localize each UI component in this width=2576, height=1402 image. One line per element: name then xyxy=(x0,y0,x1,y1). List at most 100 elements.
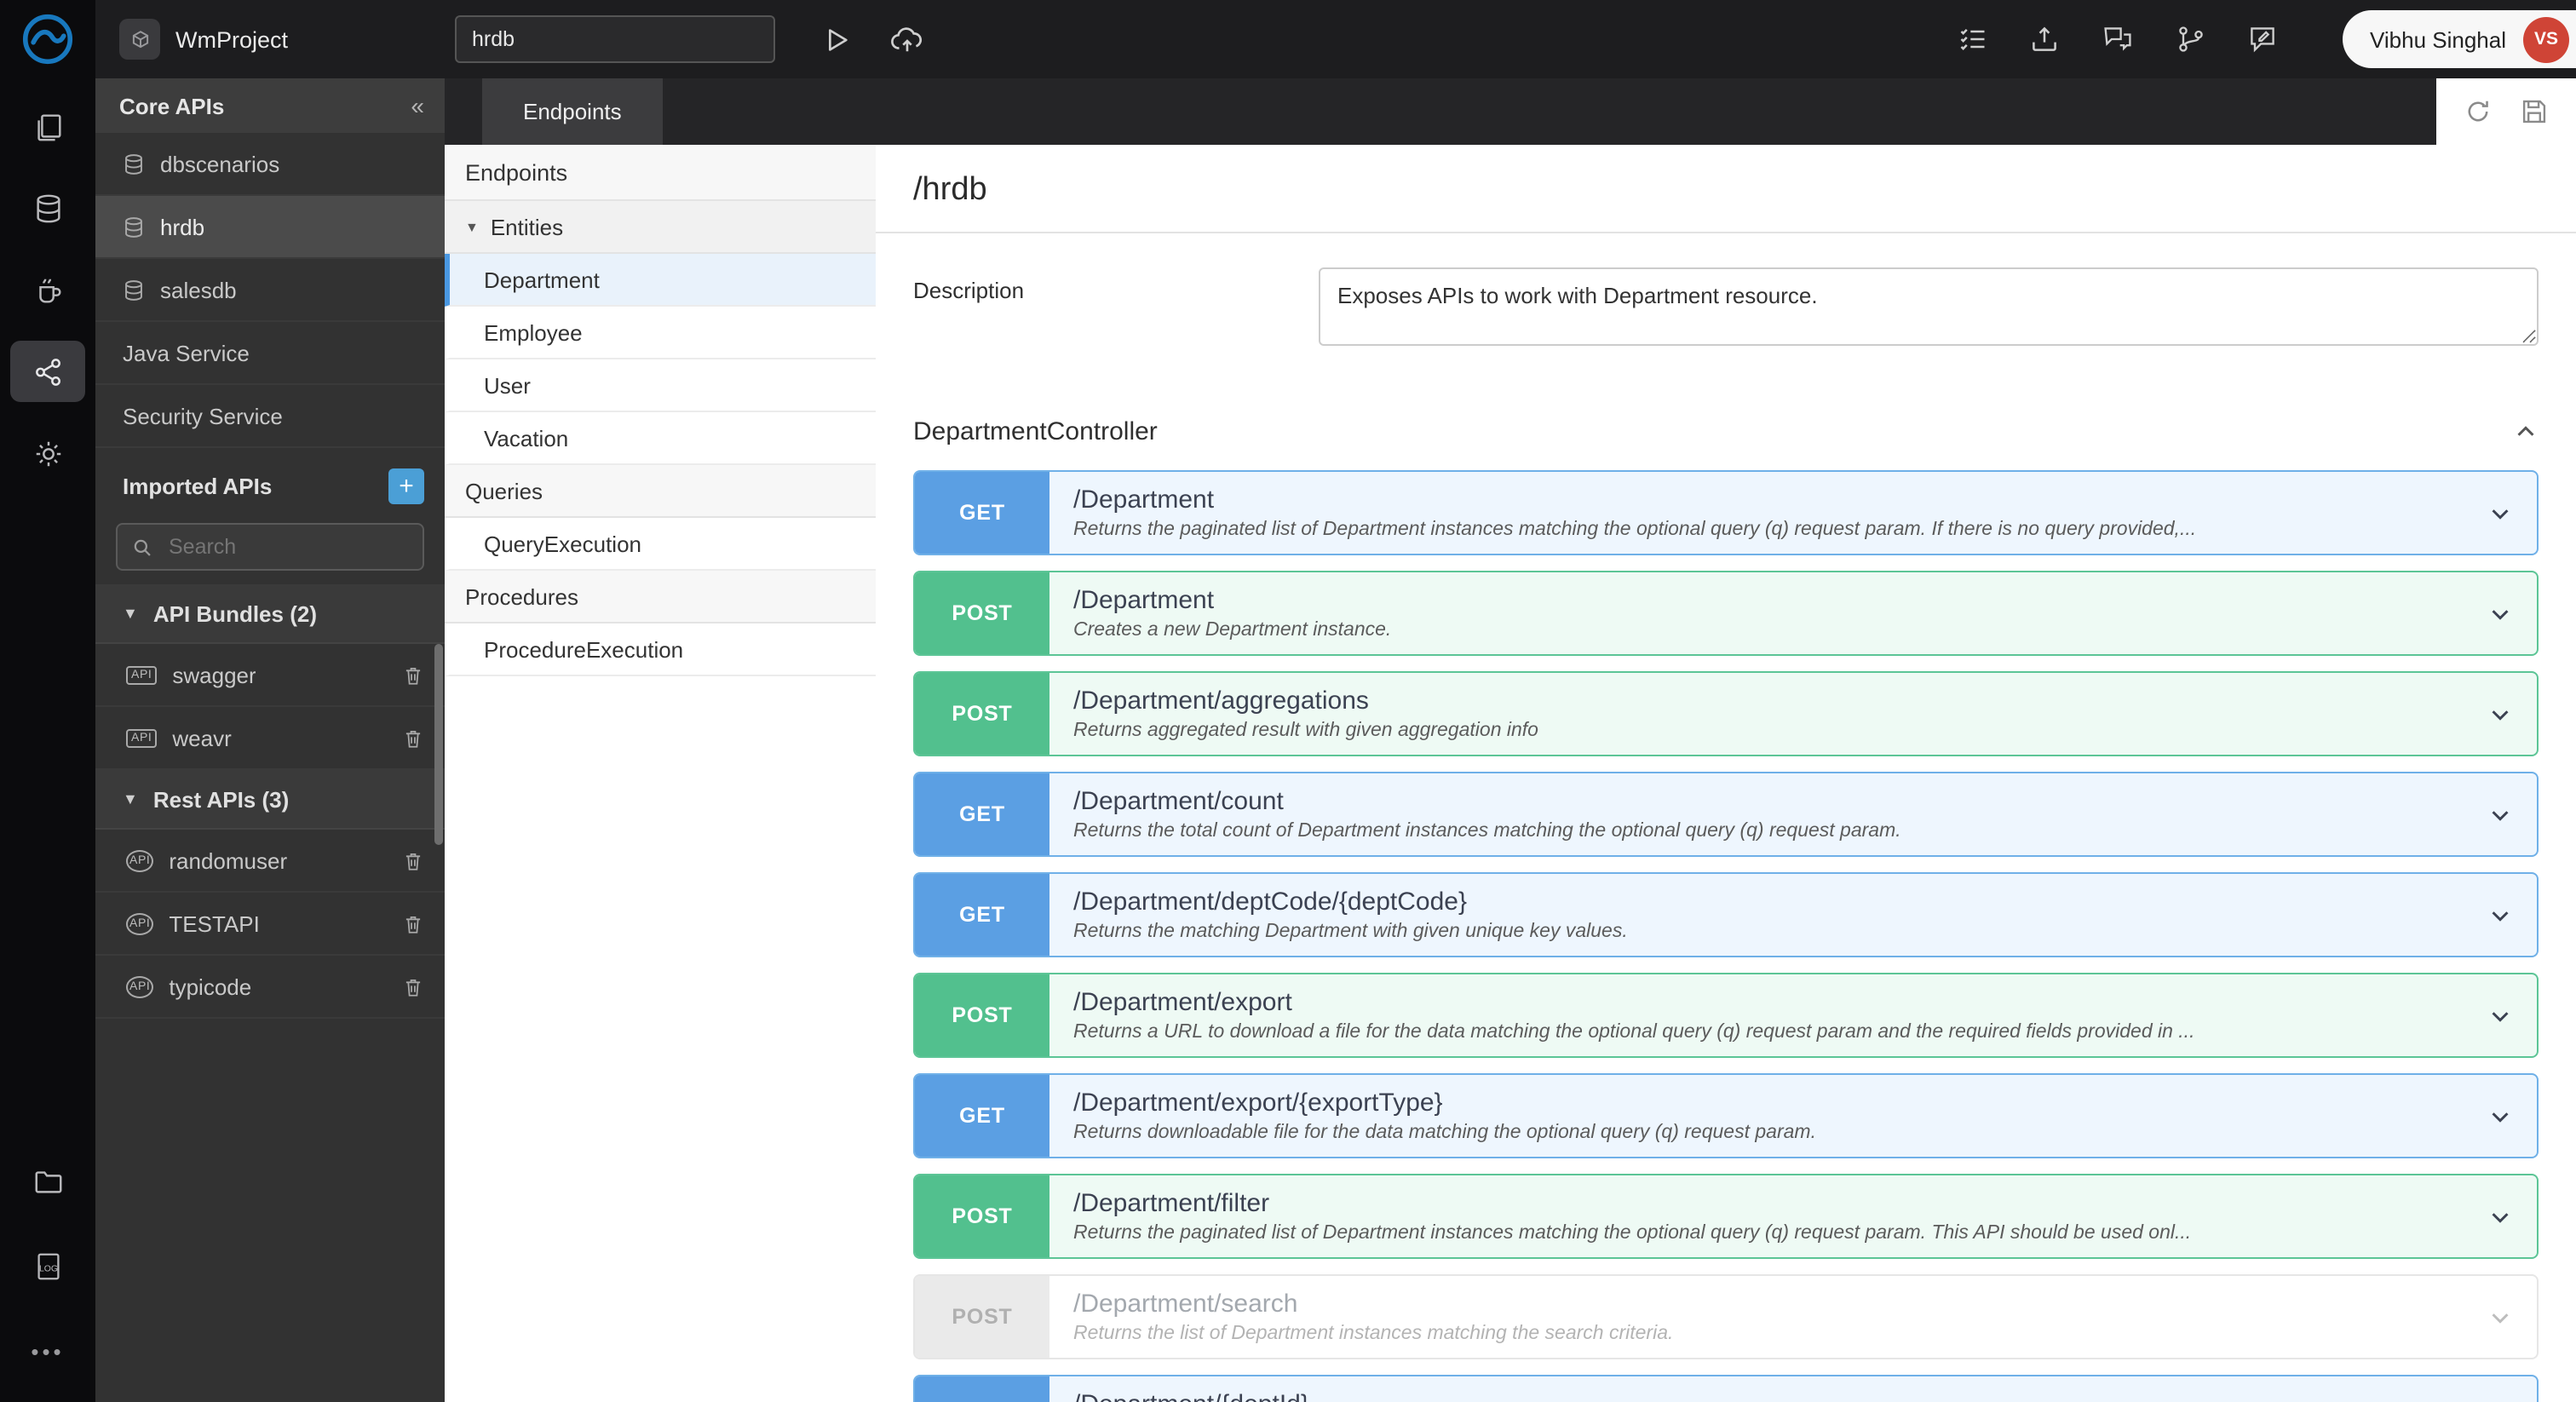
sidebar-item-weavr[interactable]: API weavr xyxy=(95,707,445,770)
endpoint-card[interactable]: GET/Department/export/{exportType} Return… xyxy=(913,1073,2539,1158)
chat-icon[interactable] xyxy=(2101,24,2135,55)
apis-icon[interactable] xyxy=(10,341,85,402)
git-branch-icon[interactable] xyxy=(2176,24,2206,55)
endpoint-description: Returns the total count of Department in… xyxy=(1073,821,1901,842)
endpoint-card[interactable]: POST/Department/export Returns a URL to d… xyxy=(913,973,2539,1058)
imported-apis-header: Imported APIs + xyxy=(95,458,445,513)
endpoint-card[interactable]: POST/Department Creates a new Department … xyxy=(913,571,2539,656)
user-menu[interactable]: Vibhu Singhal VS xyxy=(2343,10,2576,68)
app-logo-icon[interactable] xyxy=(0,0,95,78)
sidebar-item-security-service[interactable]: Security Service xyxy=(95,385,445,448)
markup-list-icon[interactable] xyxy=(1958,24,1988,55)
sidebar-item-hrdb[interactable]: hrdb xyxy=(95,196,445,259)
sidebar-item-salesdb[interactable]: salesdb xyxy=(95,259,445,322)
endpoint-body: /Department/count Returns the total count… xyxy=(1049,773,2464,855)
delete-icon[interactable] xyxy=(402,664,424,686)
chevron-down-icon[interactable] xyxy=(2464,1175,2537,1257)
controller-row: DepartmentController xyxy=(876,417,2576,446)
sidebar-search[interactable] xyxy=(116,523,424,571)
endpoint-card[interactable]: GET/Department/count Returns the total co… xyxy=(913,772,2539,857)
endpoint-body: /Department Creates a new Department inst… xyxy=(1049,572,2464,654)
project-icon xyxy=(119,19,160,60)
user-name: Vibhu Singhal xyxy=(2370,26,2506,52)
page-title: /hrdb xyxy=(913,172,987,208)
logs-icon[interactable]: LOG xyxy=(10,1235,85,1296)
delete-icon[interactable] xyxy=(402,849,424,871)
endpoint-card[interactable]: GET/Department Returns the paginated list… xyxy=(913,470,2539,555)
add-imported-api-button[interactable]: + xyxy=(388,468,424,503)
chevron-up-icon[interactable] xyxy=(2513,419,2539,445)
run-play-button[interactable] xyxy=(819,23,852,55)
chevron-down-icon[interactable] xyxy=(2464,572,2537,654)
sidebar-item-java-service[interactable]: Java Service xyxy=(95,322,445,385)
chevron-down-icon[interactable] xyxy=(2464,1276,2537,1358)
database-icon[interactable] xyxy=(10,177,85,238)
save-button[interactable] xyxy=(2520,97,2549,126)
endpoint-path: /Department xyxy=(1073,486,1215,514)
core-apis-sidebar: Core APIs « dbscenarios hrdb salesdb Java S… xyxy=(95,78,445,1402)
tab-endpoints[interactable]: Endpoints xyxy=(482,78,663,145)
endpoint-body: /Department/export Returns a URL to downl… xyxy=(1049,974,2464,1056)
chevron-down-icon[interactable] xyxy=(2464,974,2537,1056)
chevron-down-icon[interactable] xyxy=(2464,874,2537,956)
tree-section-queries[interactable]: Queries xyxy=(445,465,876,518)
sidebar-item-dbscenarios[interactable]: dbscenarios xyxy=(95,133,445,196)
chevron-down-icon[interactable] xyxy=(2464,1376,2537,1402)
tree-item-queryexecution[interactable]: QueryExecution xyxy=(445,518,876,571)
endpoint-body: /Department/filter Returns the paginated … xyxy=(1049,1175,2464,1257)
endpoint-card[interactable]: POST/Department/search Returns the list o… xyxy=(913,1274,2539,1359)
tree-section-entities[interactable]: ▼ Entities xyxy=(445,201,876,254)
group-header-api-bundles-2-[interactable]: ▼ API Bundles (2) xyxy=(95,584,445,644)
cloud-deploy-button[interactable] xyxy=(889,23,925,55)
tab-label: Endpoints xyxy=(523,99,622,124)
delete-icon[interactable] xyxy=(402,975,424,997)
rail-icon-group xyxy=(10,95,85,484)
more-icon[interactable]: ••• xyxy=(10,1320,85,1382)
project-name: WmProject xyxy=(175,26,289,52)
tree-item-procedureexecution[interactable]: ProcedureExecution xyxy=(445,623,876,676)
app-root: LOG ••• WmProject hrdb Vibhu Singhal VS … xyxy=(0,0,2576,1402)
group-header-rest-apis-3-[interactable]: ▼ Rest APIs (3) xyxy=(95,770,445,830)
endpoint-card[interactable]: GET/Department/{deptId}Returns the Depar… xyxy=(913,1375,2539,1402)
sidebar-scrollbar[interactable] xyxy=(434,644,443,845)
chevron-down-icon[interactable] xyxy=(2464,472,2537,554)
rail-bottom-group: LOG ••• xyxy=(10,1150,85,1402)
description-input[interactable]: Exposes APIs to work with Department res… xyxy=(1319,267,2539,346)
topbar-search-input[interactable] xyxy=(455,15,776,63)
endpoint-description: Returns the paginated list of Department… xyxy=(1073,520,2197,540)
imported-apis-title: Imported APIs xyxy=(123,473,273,498)
tree-item-employee[interactable]: Employee xyxy=(445,307,876,359)
folder-icon[interactable] xyxy=(10,1150,85,1211)
sidebar-item-typicode[interactable]: API typicode xyxy=(95,956,445,1019)
top-bar: WmProject hrdb Vibhu Singhal VS xyxy=(95,0,2576,78)
sidebar-item-testapi[interactable]: API TESTAPI xyxy=(95,893,445,956)
endpoint-path: /Department/search xyxy=(1073,1290,1298,1319)
endpoint-card[interactable]: GET/Department/deptCode/{deptCode} Return… xyxy=(913,872,2539,957)
java-service-icon[interactable] xyxy=(10,259,85,320)
sidebar-item-swagger[interactable]: API swagger xyxy=(95,644,445,707)
controller-name: DepartmentController xyxy=(913,417,1158,446)
collapse-sidebar-button[interactable]: « xyxy=(407,92,428,119)
delete-icon[interactable] xyxy=(402,912,424,934)
endpoint-card[interactable]: POST/Department/aggregations Returns aggr… xyxy=(913,671,2539,756)
method-badge: POST xyxy=(915,1175,1049,1257)
tree-item-vacation[interactable]: Vacation xyxy=(445,412,876,465)
pages-icon[interactable] xyxy=(10,95,85,157)
tree-item-department[interactable]: Department xyxy=(445,254,876,307)
tree-section-procedures[interactable]: Procedures xyxy=(445,571,876,623)
delete-icon[interactable] xyxy=(402,727,424,749)
sidebar-item-randomuser[interactable]: API randomuser xyxy=(95,830,445,893)
sidebar-search-input[interactable] xyxy=(165,533,409,560)
chevron-down-icon[interactable] xyxy=(2464,1075,2537,1157)
settings-gear-icon[interactable] xyxy=(10,422,85,484)
export-icon[interactable] xyxy=(2029,24,2060,55)
endpoints-tree: ▼ Entities Department Employee User Vacation Q… xyxy=(445,201,876,676)
refresh-button[interactable] xyxy=(2464,97,2493,126)
chevron-down-icon[interactable] xyxy=(2464,673,2537,755)
tree-item-user[interactable]: User xyxy=(445,359,876,412)
chevron-down-icon[interactable] xyxy=(2464,773,2537,855)
feedback-icon[interactable] xyxy=(2247,24,2278,55)
tree-section-label: Entities xyxy=(490,214,564,239)
endpoint-card[interactable]: POST/Department/filter Returns the pagina… xyxy=(913,1174,2539,1259)
project-switcher[interactable]: WmProject xyxy=(95,19,312,60)
